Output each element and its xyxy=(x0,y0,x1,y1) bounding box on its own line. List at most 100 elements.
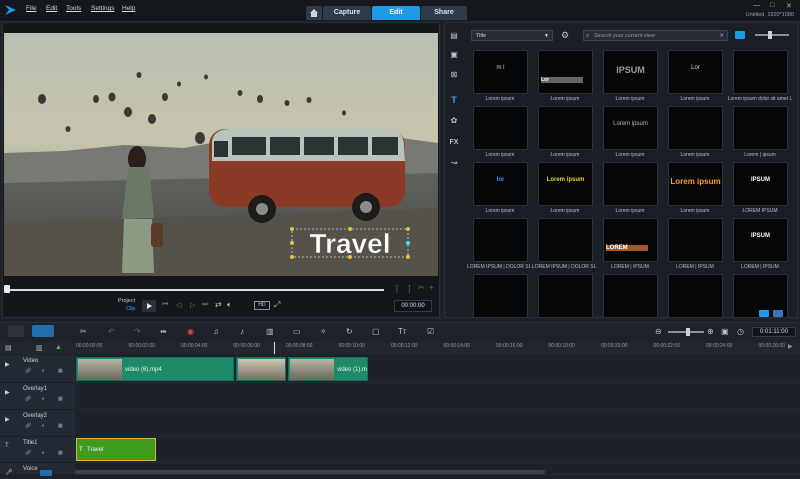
title-template-thumb[interactable]: IPSUM xyxy=(733,218,788,262)
add-icon[interactable]: + xyxy=(429,283,434,292)
title-template-thumb[interactable] xyxy=(603,274,658,318)
clear-icon[interactable]: ✕ xyxy=(719,31,724,41)
menu-tools[interactable]: Tools xyxy=(66,5,81,12)
split-icon[interactable]: ✂ xyxy=(418,283,425,292)
tab-share[interactable]: Share xyxy=(421,6,467,20)
thumb-size-slider[interactable] xyxy=(755,34,789,36)
track-visibility-icon[interactable]: ▦ xyxy=(58,423,63,429)
title-template-thumb[interactable]: IPSUM xyxy=(603,50,658,94)
tab-capture[interactable]: Capture xyxy=(323,6,371,20)
multicam-icon[interactable]: ✧ xyxy=(320,327,327,336)
title-icon[interactable]: T xyxy=(448,95,460,105)
media-icon[interactable]: ▤ xyxy=(448,31,460,41)
track-lane[interactable] xyxy=(75,410,800,437)
mark-out-icon[interactable]: ] xyxy=(408,284,410,293)
preview-scrubber[interactable]: [ ] ✂ + xyxy=(4,280,438,294)
instant-project-icon[interactable]: ▣ xyxy=(448,50,460,60)
minimize-button[interactable]: — xyxy=(753,2,760,9)
title-template-thumb[interactable] xyxy=(668,274,723,318)
track-manager-icon[interactable]: ▤ xyxy=(5,344,12,352)
track-header[interactable]: ▶ Overlay1 🔗︎ 🔈︎ ▦ xyxy=(0,383,75,410)
fit-tracks-icon[interactable] xyxy=(40,470,52,476)
auto-music-icon[interactable]: ♪ xyxy=(240,327,244,336)
fit-project-icon[interactable]: ▣ xyxy=(721,327,729,336)
title-template-thumb[interactable] xyxy=(668,218,723,262)
zoom-handle[interactable] xyxy=(686,328,690,336)
path-icon[interactable]: ↝ xyxy=(448,158,460,168)
chapter-icon[interactable]: ▥ xyxy=(36,344,43,352)
thumb-size-handle[interactable] xyxy=(768,31,772,39)
storyboard-view-icon[interactable] xyxy=(8,325,24,337)
title-template-thumb[interactable] xyxy=(538,218,593,262)
fit-icon[interactable]: ⇹ xyxy=(160,327,167,336)
title-template-thumb[interactable]: m l xyxy=(473,50,528,94)
title-template-thumb[interactable] xyxy=(473,274,528,318)
link-icon[interactable]: 🔗︎ xyxy=(25,450,31,456)
enlarge-icon[interactable]: ⤢ xyxy=(274,300,280,310)
title-template-thumb[interactable] xyxy=(668,106,723,150)
hd-preview-button[interactable]: HD xyxy=(254,301,270,310)
ruler-scroll-icon[interactable]: ▶ xyxy=(788,343,793,350)
track-visibility-icon[interactable]: ▦ xyxy=(58,368,63,374)
motion-tracking-icon[interactable]: ▥ xyxy=(266,327,274,336)
title-template-thumb[interactable]: Lor xyxy=(668,50,723,94)
title-template-thumb[interactable] xyxy=(473,106,528,150)
title-template-thumb[interactable] xyxy=(733,50,788,94)
title-template-thumb[interactable]: Lor xyxy=(538,50,593,94)
mute-icon[interactable]: 🔈︎ xyxy=(42,450,45,456)
link-icon[interactable]: 🔗︎ xyxy=(25,396,31,402)
filter-fx-icon[interactable]: FX xyxy=(448,138,460,148)
track-header[interactable]: 🎤︎ Voice xyxy=(0,463,75,476)
menu-edit[interactable]: Edit xyxy=(46,5,57,12)
zoom-out-icon[interactable]: ⊖ xyxy=(655,327,662,336)
mark-in-icon[interactable]: [ xyxy=(396,284,398,293)
track-visibility-icon[interactable]: ▦ xyxy=(58,396,63,402)
title-template-thumb[interactable]: lor xyxy=(473,162,528,206)
undo-icon[interactable]: ↶ xyxy=(108,327,115,336)
transition-icon[interactable]: ⊠ xyxy=(448,70,460,80)
home-transport-icon[interactable]: ⏮ xyxy=(162,301,168,309)
play-button[interactable] xyxy=(142,300,156,312)
end-icon[interactable]: ⏭ xyxy=(202,301,208,309)
subtitle-icon[interactable]: ▭ xyxy=(293,327,301,336)
title-template-thumb[interactable] xyxy=(603,162,658,206)
close-button[interactable]: ✕ xyxy=(786,2,792,10)
repeat-icon[interactable]: ⇄ xyxy=(215,300,222,309)
timeline-scrollbar[interactable] xyxy=(75,470,545,474)
track-visibility-icon[interactable]: ▦ xyxy=(58,450,63,456)
video-clip[interactable] xyxy=(236,357,286,381)
project-mode-label[interactable]: Project xyxy=(118,298,135,304)
video-clip[interactable]: video (6).mp4 xyxy=(76,357,234,381)
player-timecode[interactable]: 00:00:00 xyxy=(394,300,432,312)
add-marker-icon[interactable]: ▲ xyxy=(55,344,62,351)
volume-icon[interactable]: 🔈︎ xyxy=(227,300,232,310)
track-header[interactable]: ▶ Video 🔗︎ 🔈︎ ▦ xyxy=(0,355,75,383)
next-frame-icon[interactable]: ▷ xyxy=(190,301,195,309)
mute-icon[interactable]: 🔈︎ xyxy=(42,368,45,374)
text-icon[interactable]: Tт xyxy=(398,327,407,336)
menu-help[interactable]: Help xyxy=(122,5,135,12)
title-template-thumb[interactable]: Lorem ipsum xyxy=(603,106,658,150)
time-remap-icon[interactable]: ↻ xyxy=(346,327,353,336)
title-template-thumb[interactable]: Lorem ipsum xyxy=(668,162,723,206)
title-template-thumb[interactable]: IPSUM xyxy=(733,162,788,206)
sort-icon[interactable] xyxy=(773,310,783,317)
title-template-thumb[interactable]: Lorem ipsum xyxy=(538,162,593,206)
redo-icon[interactable]: ↷ xyxy=(134,327,141,336)
home-tab[interactable] xyxy=(306,6,322,20)
checklist-icon[interactable]: ☑ xyxy=(427,327,434,336)
clip-mode-label[interactable]: Clip xyxy=(126,306,135,312)
sound-mixer-icon[interactable]: ♫ xyxy=(213,327,219,336)
prev-frame-icon[interactable]: ◁ xyxy=(176,301,181,309)
menu-file[interactable]: File xyxy=(26,5,36,12)
title-overlay-text[interactable]: Travel xyxy=(309,228,391,259)
video-preview[interactable]: Travel xyxy=(4,33,438,276)
gear-icon[interactable]: ⚙ xyxy=(561,30,569,41)
zoom-in-icon[interactable]: ⊕ xyxy=(707,327,714,336)
mute-icon[interactable]: 🔈︎ xyxy=(42,423,45,429)
title-template-thumb[interactable] xyxy=(733,106,788,150)
search-input[interactable]: ⌕ Search your current view ✕ xyxy=(583,30,728,41)
title-clip[interactable]: Travel T xyxy=(76,438,156,461)
record-icon[interactable]: ◉ xyxy=(187,327,194,336)
graphics-icon[interactable]: ✿ xyxy=(448,116,460,126)
